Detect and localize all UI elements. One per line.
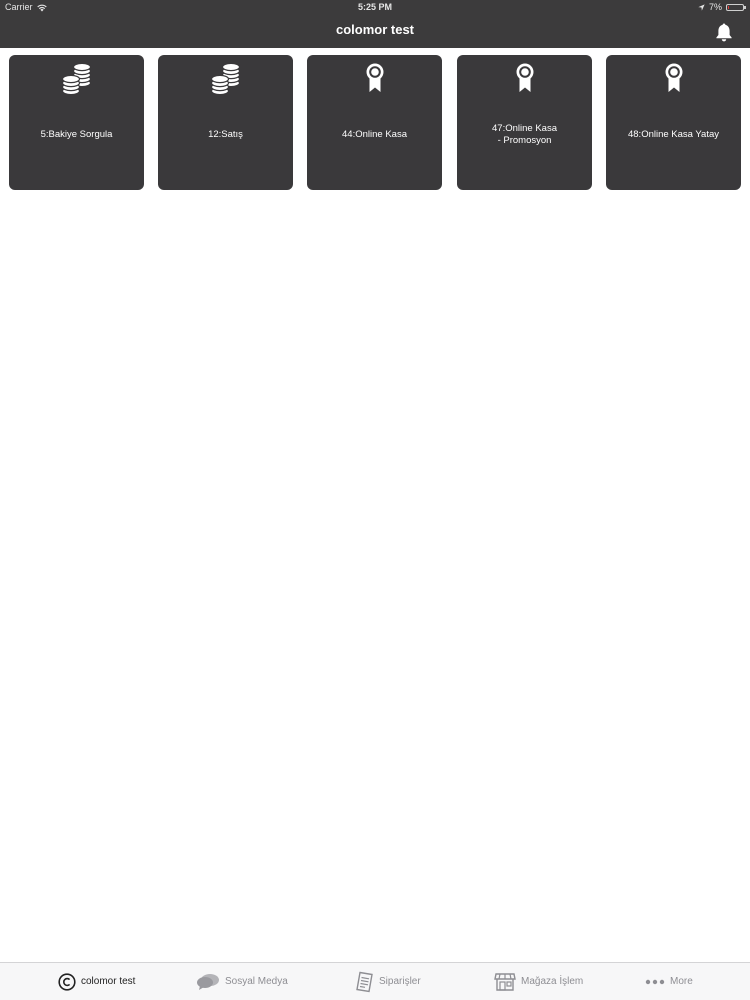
- tile-3[interactable]: 44:Online Kasa: [307, 55, 442, 190]
- award-ribbon-icon: [307, 62, 442, 96]
- bell-icon[interactable]: [713, 21, 735, 43]
- storefront-icon: [494, 972, 516, 992]
- receipt-icon: [354, 971, 374, 993]
- coins-icon: [9, 62, 144, 96]
- battery-icon: [726, 3, 746, 11]
- tab-sosyal-medya[interactable]: Sosyal Medya: [196, 963, 288, 1000]
- chat-bubbles-icon: [196, 973, 220, 991]
- battery-level: [728, 5, 729, 9]
- tab-label: Siparişler: [379, 976, 421, 987]
- tab-bar: colomor test Sosyal Medya Siparişler Mağ…: [0, 962, 750, 1000]
- award-ribbon-icon: [457, 62, 592, 96]
- copyright-icon: [58, 972, 76, 991]
- tab-sipari-ler[interactable]: Siparişler: [354, 963, 421, 1000]
- status-right: 7%: [698, 0, 746, 14]
- tile-label: 48:Online Kasa Yatay: [627, 129, 719, 140]
- tab-ma-aza-i-lem[interactable]: Mağaza İşlem: [494, 963, 583, 1000]
- tab-label: colomor test: [81, 976, 136, 987]
- tab-label: Mağaza İşlem: [521, 976, 584, 987]
- tile-label: 12:Satış: [208, 129, 243, 140]
- battery-percent: 7%: [708, 2, 722, 12]
- tile-label: 44:Online Kasa: [342, 129, 407, 140]
- app-screen: Carrier 5:25 PM 7% colomor test 5:Bakiye…: [0, 0, 750, 1000]
- status-time: 5:25 PM: [357, 2, 392, 12]
- location-arrow-icon: [698, 3, 705, 11]
- tab-colomor-test[interactable]: colomor test: [58, 963, 135, 1000]
- page-title: colomor test: [335, 22, 414, 37]
- tile-5[interactable]: 48:Online Kasa Yatay: [606, 55, 741, 190]
- tile-label: 47:Online Kasa - Promosyon: [492, 123, 557, 146]
- status-bar: Carrier 5:25 PM 7%: [0, 0, 750, 14]
- coins-icon: [158, 62, 293, 96]
- award-ribbon-icon: [606, 62, 741, 96]
- tile-4[interactable]: 47:Online Kasa - Promosyon: [457, 55, 592, 190]
- top-bar: Carrier 5:25 PM 7% colomor test: [0, 0, 750, 48]
- tab-label: Sosyal Medya: [225, 976, 288, 987]
- tile-label: 5:Bakiye Sorgula: [40, 129, 113, 140]
- tab-label: More: [670, 976, 693, 987]
- tile-2[interactable]: 12:Satış: [158, 55, 293, 190]
- tile-1[interactable]: 5:Bakiye Sorgula: [9, 55, 144, 190]
- more-dots-icon: [645, 978, 665, 986]
- tab-more[interactable]: More: [645, 963, 693, 1000]
